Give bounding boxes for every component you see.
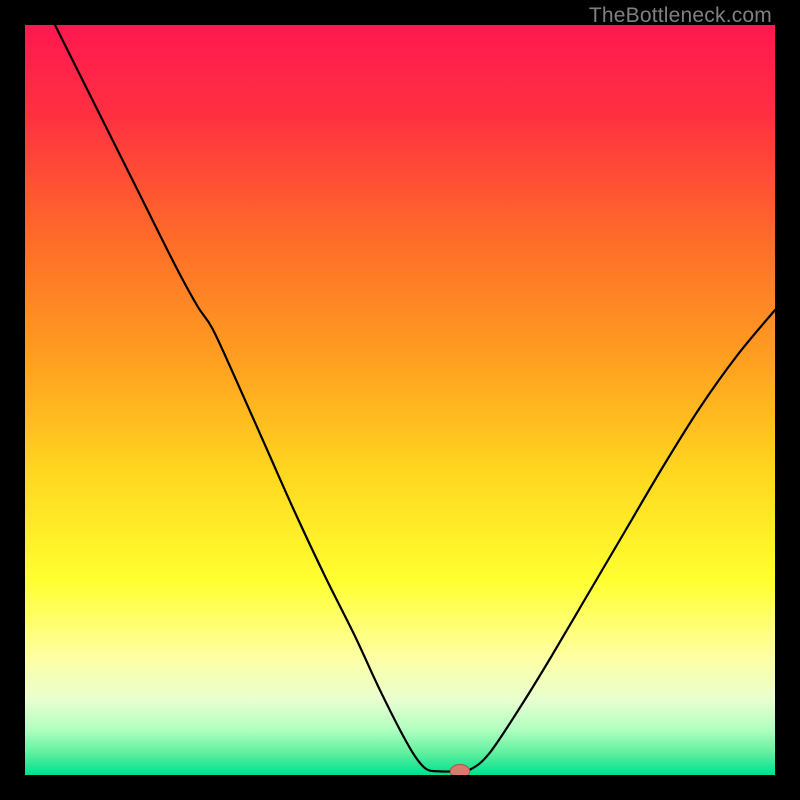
chart-svg [25,25,775,775]
plot-area [25,25,775,775]
gradient-background [25,25,775,775]
chart-container: TheBottleneck.com [0,0,800,800]
watermark-text: TheBottleneck.com [589,4,772,28]
optimal-marker [450,765,470,776]
